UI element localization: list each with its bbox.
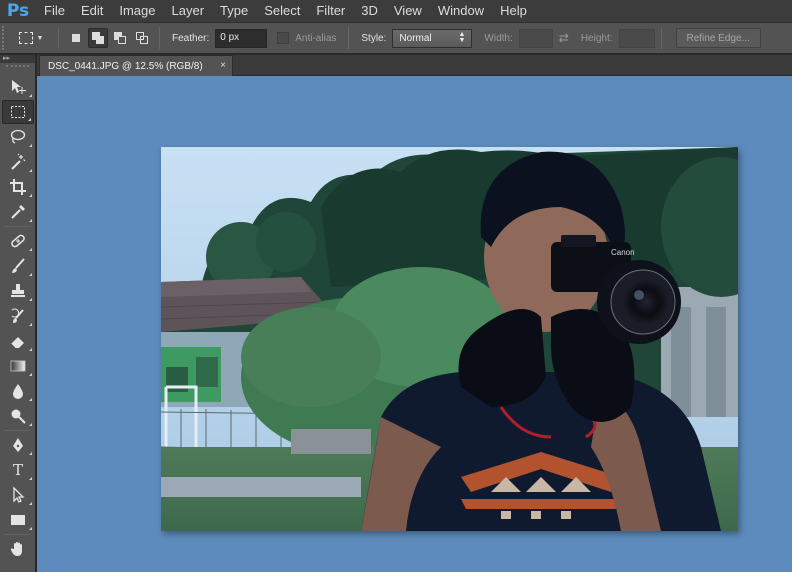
menu-window[interactable]: Window	[430, 0, 492, 22]
spot-healing-brush-icon[interactable]	[2, 229, 34, 253]
document-tab[interactable]: DSC_0441.JPG @ 12.5% (RGB/8) ×	[39, 55, 233, 76]
new-selection-icon	[72, 34, 80, 42]
tools-divider	[4, 534, 31, 535]
rectangle-tool-icon[interactable]	[2, 508, 34, 532]
menu-filter[interactable]: Filter	[308, 0, 353, 22]
feather-label: Feather:	[172, 32, 210, 44]
eyedropper-tool-icon[interactable]	[2, 200, 34, 224]
style-label: Style:	[361, 32, 387, 44]
feather-input[interactable]: 0 px	[215, 28, 268, 48]
divider	[159, 27, 160, 49]
add-to-selection-button[interactable]	[88, 28, 108, 48]
canvas-workspace[interactable]: Canon	[37, 76, 792, 572]
menu-layer[interactable]: Layer	[164, 0, 213, 22]
height-label: Height:	[580, 32, 613, 44]
options-bar: ▼ Feather: 0 px Anti-alias Style: Normal…	[0, 22, 792, 54]
photoshop-logo[interactable]: Ps	[0, 0, 36, 22]
eraser-tool-icon[interactable]	[2, 329, 34, 353]
divider	[348, 27, 350, 49]
options-bar-grip[interactable]	[2, 26, 10, 50]
anti-alias-label: Anti-alias	[295, 32, 337, 44]
intersect-with-selection-icon	[136, 32, 148, 44]
blur-tool-icon[interactable]	[2, 379, 34, 403]
lasso-tool-icon[interactable]	[2, 125, 34, 149]
menu-type[interactable]: Type	[212, 0, 256, 22]
pen-tool-icon[interactable]	[2, 433, 34, 457]
subtract-from-selection-icon	[114, 32, 126, 44]
collapse-panel-icon[interactable]: ▸▸	[0, 55, 35, 63]
divider	[660, 27, 662, 49]
add-to-selection-icon	[92, 32, 104, 44]
style-select[interactable]: Normal ▲ ▼	[392, 28, 473, 48]
dropdown-arrow-icon: ▼	[36, 34, 44, 42]
menu-edit[interactable]: Edit	[73, 0, 111, 22]
new-selection-button[interactable]	[66, 28, 86, 48]
divider	[58, 27, 59, 49]
crop-tool-icon[interactable]	[2, 175, 34, 199]
type-tool-icon[interactable]: T	[2, 458, 34, 482]
type-tool-glyph: T	[12, 461, 23, 479]
hand-tool-icon[interactable]	[2, 537, 34, 561]
style-select-value: Normal	[399, 32, 432, 44]
anti-alias-checkbox[interactable]	[277, 32, 290, 44]
menu-image[interactable]: Image	[111, 0, 163, 22]
updown-arrows-icon: ▲ ▼	[458, 31, 466, 44]
menu-bar: Ps File Edit Image Layer Type Select Fil…	[0, 0, 792, 22]
menu-view[interactable]: View	[386, 0, 430, 22]
brush-tool-icon[interactable]	[2, 254, 34, 278]
camera-brand-label: Canon	[611, 248, 635, 257]
tools-panel-grip[interactable]	[6, 65, 29, 73]
swap-width-height-icon[interactable]: ⇄	[559, 31, 569, 45]
magic-wand-tool-icon[interactable]	[2, 150, 34, 174]
document-image[interactable]: Canon	[161, 147, 738, 531]
move-tool-icon[interactable]	[2, 75, 34, 99]
intersect-with-selection-button[interactable]	[132, 28, 152, 48]
document-tab-bar: DSC_0441.JPG @ 12.5% (RGB/8) ×	[37, 55, 792, 76]
tools-panel: ▸▸ T	[0, 55, 36, 572]
rectangular-marquee-icon	[18, 32, 33, 44]
gradient-tool-icon[interactable]	[2, 354, 34, 378]
document-tab-title: DSC_0441.JPG @ 12.5% (RGB/8)	[48, 60, 203, 72]
height-input[interactable]	[618, 28, 655, 48]
subtract-from-selection-button[interactable]	[110, 28, 130, 48]
dodge-tool-icon[interactable]	[2, 404, 34, 428]
menu-3d[interactable]: 3D	[353, 0, 386, 22]
close-icon[interactable]: ×	[220, 60, 226, 71]
refine-edge-button[interactable]: Refine Edge...	[675, 28, 761, 48]
photo-man-with-camera: Canon	[161, 147, 738, 531]
rectangular-marquee-tool-icon[interactable]	[2, 100, 34, 124]
width-input[interactable]	[518, 28, 553, 48]
menu-select[interactable]: Select	[256, 0, 308, 22]
tool-preset-picker[interactable]: ▼	[10, 27, 52, 49]
tools-divider	[4, 430, 31, 431]
clone-stamp-icon[interactable]	[2, 279, 34, 303]
path-selection-icon[interactable]	[2, 483, 34, 507]
width-label: Width:	[484, 32, 513, 44]
tools-divider	[4, 226, 31, 227]
menu-file[interactable]: File	[36, 0, 73, 22]
menu-help[interactable]: Help	[492, 0, 535, 22]
history-brush-icon[interactable]	[2, 304, 34, 328]
